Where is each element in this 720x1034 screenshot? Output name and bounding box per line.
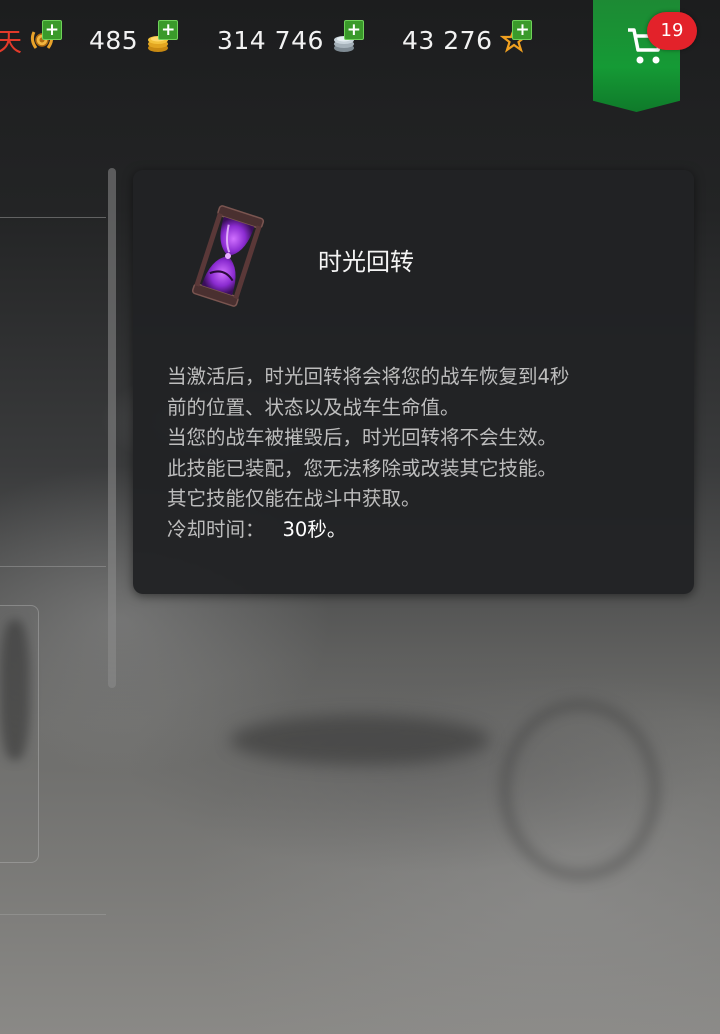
cooldown-value: 30秒。 — [282, 517, 347, 541]
description-line: 前的位置、状态以及战车生命值。 — [167, 395, 460, 419]
list-divider — [0, 217, 106, 218]
description-line: 其它技能仅能在战斗中获取。 — [167, 487, 421, 510]
skill-slot-card[interactable] — [0, 605, 39, 863]
cart-count-badge: 19 — [647, 12, 697, 50]
star-icon: + — [500, 20, 533, 54]
background-track-mark — [500, 700, 660, 880]
laurel-medal-icon: + — [28, 20, 62, 54]
silver-coins-icon: + — [332, 20, 364, 54]
add-silver-button[interactable]: + — [343, 20, 364, 40]
description-line: 此技能已装配，您无法移除或改装其它技能。 — [167, 456, 558, 480]
cooldown-row: 冷却时间： 30秒。 — [167, 515, 687, 546]
skill-tooltip: 时光回转 当激活后，时光回转将会将您的战车恢复到4秒 前的位置、状态以及战车生命… — [133, 170, 694, 594]
star-resource[interactable]: 43 276 + — [402, 20, 533, 58]
gold-coins-icon: + — [146, 20, 179, 54]
add-button[interactable]: + — [42, 20, 62, 40]
silver-resource[interactable]: 314 746 + — [217, 20, 364, 58]
add-star-button[interactable]: + — [512, 20, 533, 40]
list-divider — [0, 914, 106, 915]
star-amount: 43 276 — [402, 25, 493, 55]
skill-title: 时光回转 — [318, 248, 414, 276]
rank-resource[interactable]: + — [20, 20, 62, 58]
list-divider — [0, 566, 106, 567]
description-line: 当激活后，时光回转将会将您的战车恢复到4秒 — [167, 365, 570, 388]
skill-description: 当激活后，时光回转将会将您的战车恢复到4秒 前的位置、状态以及战车生命值。 当您… — [167, 362, 687, 545]
cooldown-label: 冷却时间： — [167, 517, 265, 541]
add-gold-button[interactable]: + — [158, 20, 179, 40]
list-scrollbar[interactable] — [108, 168, 116, 688]
skills-list-panel — [0, 0, 120, 1034]
background-shadow — [230, 715, 490, 765]
gold-resource[interactable]: 485 + — [89, 20, 179, 58]
rank-text: 天 — [0, 28, 23, 58]
silver-amount: 314 746 — [217, 25, 324, 55]
description-line: 当您的战车被摧毁后，时光回转将不会生效。 — [167, 426, 558, 449]
gold-amount: 485 — [89, 25, 139, 55]
hourglass-icon — [183, 204, 273, 308]
